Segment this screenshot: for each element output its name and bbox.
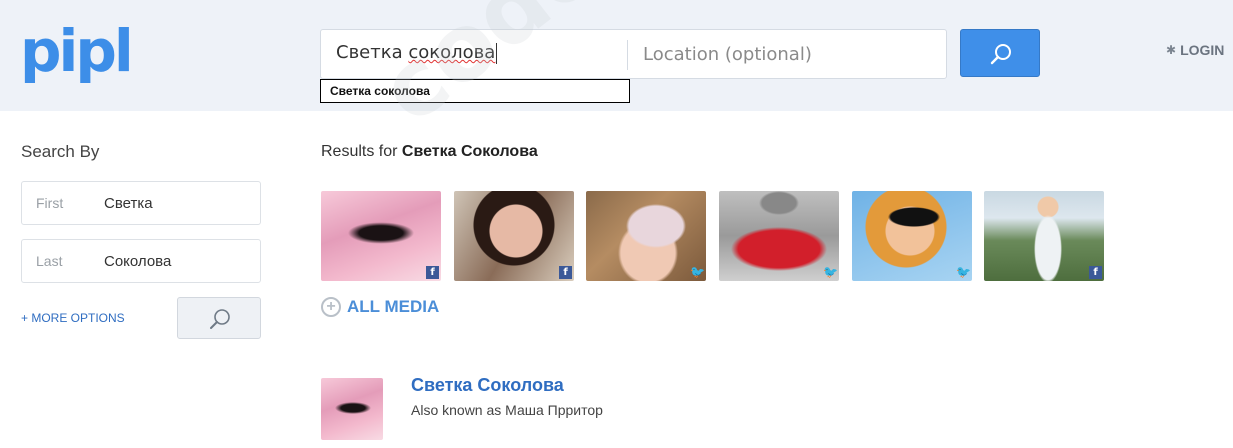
header: pipl Светка соколова Светка соколова ✱ L… <box>0 0 1233 111</box>
search-icon <box>210 309 230 329</box>
last-name-field[interactable]: Last Соколова <box>21 239 261 283</box>
logo-text: pipl <box>20 17 134 85</box>
twitter-icon: 🐦 <box>690 265 705 279</box>
search-by-title: Search By <box>21 142 100 161</box>
person-name-link[interactable]: Светка Соколова <box>411 375 564 396</box>
results-heading: Results for Светка Соколова <box>321 143 538 161</box>
facebook-icon: f <box>426 266 439 279</box>
name-second-word-misspelled: соколова <box>408 42 496 63</box>
more-options-link[interactable]: + MORE OPTIONS <box>21 311 125 325</box>
last-name-label: Last <box>36 253 63 269</box>
name-search-input[interactable]: Светка соколова <box>336 42 498 64</box>
autocomplete-dropdown: Светка соколова <box>320 79 630 103</box>
sidebar-search-button[interactable] <box>177 297 261 339</box>
media-thumbnail[interactable]: 🐦 <box>852 191 972 281</box>
media-thumbnail[interactable]: 🐦 <box>719 191 839 281</box>
autocomplete-item[interactable]: Светка соколова <box>330 84 430 98</box>
results-query: Светка Соколова <box>401 143 538 160</box>
search-box: Светка соколова <box>320 29 947 79</box>
media-thumbnail[interactable]: 🐦 <box>586 191 706 281</box>
media-thumbnail[interactable]: f <box>454 191 574 281</box>
login-label: LOGIN <box>1180 42 1225 58</box>
location-input[interactable] <box>628 30 946 78</box>
twitter-icon: 🐦 <box>956 265 971 279</box>
person-aka: Also known as Маша Прритор <box>411 402 603 418</box>
text-caret <box>496 42 498 64</box>
facebook-icon: f <box>1089 266 1102 279</box>
all-media-label: ALL MEDIA <box>347 297 440 316</box>
facebook-icon: f <box>559 266 572 279</box>
results-prefix: Results for <box>321 143 398 160</box>
name-first-word: Светка <box>336 42 403 63</box>
search-button[interactable] <box>960 29 1040 77</box>
person-avatar[interactable] <box>321 378 383 440</box>
all-media-link[interactable]: + ALL MEDIA <box>321 297 439 317</box>
media-thumbnail[interactable]: f <box>984 191 1104 281</box>
twitter-icon: 🐦 <box>823 265 838 279</box>
first-name-value: Светка <box>104 195 153 212</box>
first-name-field[interactable]: First Светка <box>21 181 261 225</box>
login-link[interactable]: ✱ LOGIN <box>1166 42 1224 58</box>
search-icon <box>990 44 1011 65</box>
last-name-value: Соколова <box>104 253 172 270</box>
gear-icon: ✱ <box>1166 43 1177 57</box>
plus-circle-icon: + <box>321 297 341 317</box>
media-thumbnail[interactable]: f <box>321 191 441 281</box>
first-name-label: First <box>36 195 64 211</box>
pipl-logo[interactable]: pipl <box>20 17 134 85</box>
